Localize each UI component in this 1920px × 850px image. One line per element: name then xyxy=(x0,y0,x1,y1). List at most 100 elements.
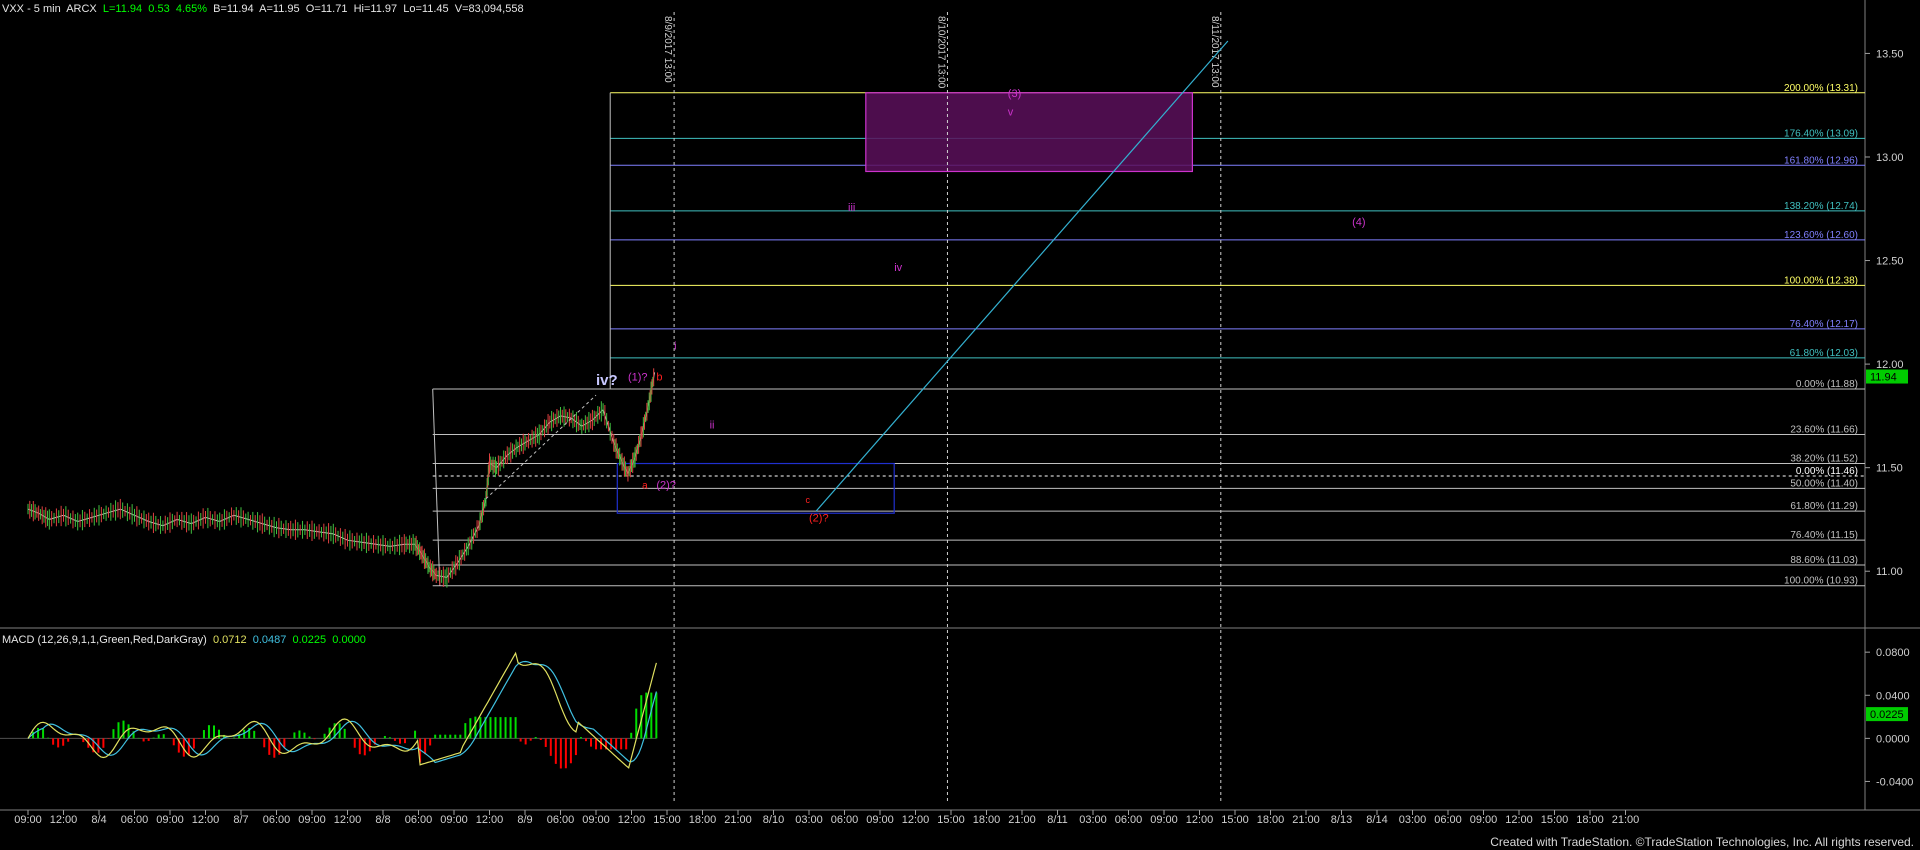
footer-credit: Created with TradeStation. ©TradeStation… xyxy=(1490,835,1914,849)
fib-level-label: 50.00% (11.40) xyxy=(1790,478,1858,489)
time-axis-label: 12:00 xyxy=(618,814,646,826)
symbol-header: VXX - 5 min ARCX L=11.94 0.53 4.65% B=11… xyxy=(2,3,524,15)
wave-label: (2)? xyxy=(656,479,676,491)
macd-value-2: 0.0487 xyxy=(252,634,287,646)
wave-label: a xyxy=(642,480,648,491)
time-axis-label: 06:00 xyxy=(263,814,291,826)
bid-value: B=11.94 xyxy=(213,3,254,15)
fib-level-label: 88.60% (11.03) xyxy=(1790,555,1858,566)
time-axis-label: 8/4 xyxy=(91,814,106,826)
time-axis-label: 09:00 xyxy=(1150,814,1178,826)
wave-label: iv xyxy=(894,262,902,274)
wave-label: v xyxy=(1008,107,1014,119)
time-axis-label: 12:00 xyxy=(1186,814,1214,826)
time-axis-label: 09:00 xyxy=(582,814,610,826)
wave-label: (4) xyxy=(1352,216,1365,228)
time-axis-label: 12:00 xyxy=(476,814,504,826)
macd-axis-label: -0.0400 xyxy=(1876,776,1913,788)
time-axis-label: 15:00 xyxy=(1541,814,1569,826)
time-axis-label: 09:00 xyxy=(14,814,42,826)
fib-level-label: 100.00% (10.93) xyxy=(1784,576,1858,587)
fib-level-label: 76.40% (12.17) xyxy=(1790,319,1858,330)
wave-label: i xyxy=(674,341,676,353)
time-axis-label: 21:00 xyxy=(1612,814,1640,826)
time-axis-label: 03:00 xyxy=(1079,814,1107,826)
macd-axis-label: 0.0000 xyxy=(1876,733,1910,745)
fib-level-label: 0.00% (11.46) xyxy=(1796,466,1858,477)
time-axis-label: 12:00 xyxy=(50,814,78,826)
price-axis-label: 12.50 xyxy=(1876,256,1904,268)
time-axis-label: 18:00 xyxy=(1257,814,1285,826)
time-axis-label: 21:00 xyxy=(724,814,752,826)
time-axis-label: 18:00 xyxy=(689,814,717,826)
fib-level-label: 61.80% (12.03) xyxy=(1790,348,1858,359)
time-axis-label: 12:00 xyxy=(1505,814,1533,826)
time-axis-label: 12:00 xyxy=(902,814,930,826)
time-axis-label: 06:00 xyxy=(831,814,859,826)
last-price-tag-label: 11.94 xyxy=(1870,372,1897,384)
time-axis-label: 12:00 xyxy=(192,814,220,826)
volume-value: V=83,094,558 xyxy=(454,3,524,15)
price-axis-label: 12.00 xyxy=(1876,359,1904,371)
price-axis-label: 13.00 xyxy=(1876,152,1904,164)
magenta-target-box xyxy=(865,92,1193,173)
time-axis-label: 8/8 xyxy=(375,814,390,826)
time-axis-label: 06:00 xyxy=(121,814,149,826)
macd-value-3: 0.0225 xyxy=(292,634,327,646)
high-value: Hi=11.97 xyxy=(353,3,398,15)
ask-value: A=11.95 xyxy=(259,3,300,15)
time-axis-label: 06:00 xyxy=(405,814,433,826)
price-axis-label: 11.50 xyxy=(1876,463,1903,475)
time-axis-label: 8/10 xyxy=(763,814,784,826)
time-axis-label: 12:00 xyxy=(334,814,362,826)
macd-signal-line xyxy=(27,660,657,764)
fib-level-label: 76.40% (11.15) xyxy=(1790,530,1858,541)
fib-level-label: 0.00% (11.88) xyxy=(1796,379,1858,390)
macd-header: MACD (12,26,9,1,1,Green,Red,DarkGray) 0.… xyxy=(2,634,366,646)
fib-level-label: 23.60% (11.66) xyxy=(1790,425,1858,436)
time-axis-label: 15:00 xyxy=(653,814,681,826)
fib-retrace-edge xyxy=(432,388,441,586)
wave-trend-line xyxy=(485,394,597,500)
wave-label: b xyxy=(656,372,662,384)
time-axis-label: 06:00 xyxy=(1434,814,1462,826)
fib-level-label: 176.40% (13.09) xyxy=(1784,128,1858,139)
time-axis-label: 03:00 xyxy=(1399,814,1427,826)
time-axis-label: 09:00 xyxy=(156,814,184,826)
date-marker-label: 8/9/2017 13:00 xyxy=(662,16,673,83)
wave-label: iii xyxy=(848,202,855,214)
fib-level-label: 100.00% (12.38) xyxy=(1784,275,1858,286)
time-axis-label: 21:00 xyxy=(1292,814,1320,826)
low-value: Lo=11.45 xyxy=(403,3,449,15)
macd-last-tag-label: 0.0225 xyxy=(1870,709,1904,721)
open-value: O=11.71 xyxy=(305,3,348,15)
time-axis-label: 09:00 xyxy=(298,814,326,826)
wave-label: iv? xyxy=(596,372,618,389)
macd-value-1: 0.0712 xyxy=(212,634,247,646)
time-axis-label: 8/7 xyxy=(233,814,248,826)
date-marker-label: 8/10/2017 13:00 xyxy=(935,16,946,89)
time-axis-label: 21:00 xyxy=(1008,814,1036,826)
time-axis-label: 09:00 xyxy=(866,814,894,826)
wave-label: (3) xyxy=(1008,88,1021,100)
macd-value-4: 0.0000 xyxy=(332,634,366,646)
time-axis-label: 03:00 xyxy=(795,814,823,826)
wave-label: ii xyxy=(710,419,715,431)
time-axis-label: 15:00 xyxy=(937,814,965,826)
time-axis-label: 8/13 xyxy=(1331,814,1352,826)
change-pct: 4.65% xyxy=(175,3,208,15)
price-axis-label: 13.50 xyxy=(1876,48,1904,60)
wave-label: c xyxy=(805,495,810,505)
fib-level-label: 38.20% (11.52) xyxy=(1790,454,1858,465)
time-axis-label: 8/11 xyxy=(1047,814,1068,826)
time-axis-label: 8/14 xyxy=(1366,814,1387,826)
fib-level-label: 138.20% (12.74) xyxy=(1784,201,1858,212)
macd-label: MACD (12,26,9,1,1,Green,Red,DarkGray) xyxy=(2,634,207,646)
time-axis-label: 8/9 xyxy=(517,814,532,826)
fib-level-label: 123.60% (12.60) xyxy=(1784,230,1858,241)
change-value: 0.53 xyxy=(148,3,170,15)
time-axis-label: 09:00 xyxy=(1470,814,1498,826)
last-price: L=11.94 xyxy=(102,3,143,15)
wave-label: (2)? xyxy=(809,513,829,525)
fib-level-label: 61.80% (11.29) xyxy=(1790,501,1858,512)
